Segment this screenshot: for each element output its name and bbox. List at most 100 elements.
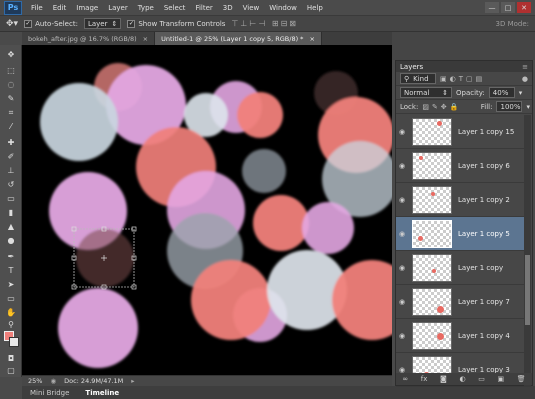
hand-tool-icon[interactable]: ✋ <box>5 307 17 318</box>
opacity-value: 40% <box>492 88 509 97</box>
menu-item-image[interactable]: Image <box>71 4 103 12</box>
auto-select-option[interactable]: ✓ Auto-Select: <box>24 19 78 28</box>
chevron-down-icon: ⇕ <box>111 19 118 28</box>
menu-item-filter[interactable]: Filter <box>190 4 217 12</box>
trash-icon[interactable]: 🗑 <box>517 375 526 383</box>
status-menu-icon[interactable]: ▸ <box>131 377 134 385</box>
layer-row[interactable]: ◉ Layer 1 copy 15 <box>396 115 524 149</box>
menu-item-edit[interactable]: Edit <box>48 4 72 12</box>
filter-icons[interactable]: ▣◐T▢▤ <box>440 75 485 83</box>
pen-tool-icon[interactable]: ✒ <box>5 251 17 262</box>
visibility-eye-icon[interactable]: ◉ <box>396 196 408 204</box>
link-icon[interactable]: ∞ <box>402 375 408 383</box>
close-icon[interactable]: × <box>143 35 148 43</box>
options-bar: ✥▾ ✓ Auto-Select: Layer ⇕ ✓ Show Transfo… <box>0 16 535 32</box>
healing-brush-tool-icon[interactable]: ✚ <box>5 137 17 148</box>
eyedropper-tool-icon[interactable]: ⁄ <box>5 121 17 132</box>
visibility-eye-icon[interactable]: ◉ <box>396 264 408 272</box>
layer-row[interactable]: ◉ Layer 1 copy 6 <box>396 149 524 183</box>
screen-mode-icon[interactable]: ▢ <box>5 365 17 376</box>
layer-filter-row: ⚲ Kind ▣◐T▢▤ ● <box>396 72 532 86</box>
tab-mini-bridge[interactable]: Mini Bridge <box>22 386 77 399</box>
visibility-eye-icon[interactable]: ◉ <box>396 162 408 170</box>
close-icon[interactable]: × <box>309 35 314 43</box>
layer-row[interactable]: ◉ Layer 1 copy 7 <box>396 285 524 319</box>
fx-icon[interactable]: fx <box>421 375 428 383</box>
menu-item-view[interactable]: View <box>238 4 265 12</box>
status-options-icon[interactable]: ◉ <box>50 377 56 385</box>
new-layer-icon[interactable]: ▣ <box>498 375 505 383</box>
blur-tool-icon[interactable]: ▲ <box>5 221 17 232</box>
panel-menu-icon[interactable]: ≡ <box>522 63 528 71</box>
menu-item-layer[interactable]: Layer <box>103 4 133 12</box>
doc-tab-untitled[interactable]: Untitled-1 @ 25% (Layer 1 copy 5, RGB/8)… <box>155 32 322 45</box>
layer-row[interactable]: ◉ Layer 1 copy 2 <box>396 183 524 217</box>
mask-icon[interactable]: ◙ <box>440 375 447 383</box>
gradient-tool-icon[interactable]: ▮ <box>5 207 17 218</box>
visibility-eye-icon[interactable]: ◉ <box>396 298 408 306</box>
marquee-tool-icon[interactable]: ⬚ <box>5 65 17 76</box>
chevron-down-icon[interactable]: ▾ <box>519 89 523 97</box>
layers-scrollbar[interactable] <box>524 115 531 387</box>
maximize-button[interactable]: □ <box>501 2 515 13</box>
type-tool-icon[interactable]: T <box>5 265 17 276</box>
visibility-eye-icon[interactable]: ◉ <box>396 128 408 136</box>
clone-stamp-tool-icon[interactable]: ⊥ <box>5 165 17 176</box>
menu-item-3d[interactable]: 3D <box>218 4 238 12</box>
dodge-tool-icon[interactable]: ● <box>5 235 17 246</box>
history-brush-tool-icon[interactable]: ↺ <box>5 179 17 190</box>
zoom-tool-icon[interactable]: ⚲ <box>5 319 17 330</box>
document-canvas[interactable] <box>22 45 392 375</box>
quick-select-tool-icon[interactable]: ✎ <box>5 93 17 104</box>
align-icons[interactable]: ⊤⊥⊢⊣ ⊞⊟⊠ <box>231 19 298 28</box>
opacity-field[interactable]: 40% <box>488 87 515 98</box>
layers-panel-tab[interactable]: Layers ≡ <box>396 61 532 72</box>
background-color-swatch[interactable] <box>9 337 19 347</box>
doc-tab-label: bokeh_after.jpg @ 16.7% (RGB/8) <box>28 34 137 43</box>
menu-item-window[interactable]: Window <box>264 4 302 12</box>
folder-icon[interactable]: ▭ <box>478 375 485 383</box>
lock-icons[interactable]: ▨✎✥🔒 <box>422 103 461 111</box>
menu-item-select[interactable]: Select <box>159 4 191 12</box>
lock-row: Lock: ▨✎✥🔒 Fill: 100% ▾ <box>396 100 532 114</box>
filter-kind-dropdown[interactable]: ⚲ Kind <box>400 73 436 84</box>
zoom-level[interactable]: 25% <box>28 377 42 385</box>
menu-item-help[interactable]: Help <box>302 4 328 12</box>
bottom-panel-tabs: Mini Bridge Timeline <box>22 386 535 399</box>
move-tool-icon[interactable]: ✥▾ <box>6 19 18 29</box>
menu-item-type[interactable]: Type <box>133 4 159 12</box>
filter-toggle-icon[interactable]: ● <box>522 75 528 83</box>
brush-tool-icon[interactable]: ✐ <box>5 151 17 162</box>
layers-scrollbar-thumb[interactable] <box>525 255 530 325</box>
menu-item-file[interactable]: File <box>26 4 48 12</box>
move-tool-icon[interactable]: ✥ <box>5 49 17 60</box>
panel-dock-strip <box>392 32 535 60</box>
crop-tool-icon[interactable]: ⌗ <box>5 107 17 118</box>
visibility-eye-icon[interactable]: ◉ <box>396 230 408 238</box>
eraser-tool-icon[interactable]: ▭ <box>5 193 17 204</box>
mode-3d-label: 3D Mode: <box>495 19 530 28</box>
quick-mask-icon[interactable]: ◘ <box>5 353 17 364</box>
fill-field[interactable]: 100% <box>496 101 523 112</box>
layer-row-selected[interactable]: ◉ Layer 1 copy 5 <box>396 217 524 251</box>
auto-select-dropdown[interactable]: Layer ⇕ <box>83 18 122 29</box>
tab-timeline[interactable]: Timeline <box>77 386 127 399</box>
path-select-tool-icon[interactable]: ➤ <box>5 279 17 290</box>
doc-tab-bokeh[interactable]: bokeh_after.jpg @ 16.7% (RGB/8) × <box>22 32 156 45</box>
blend-mode-dropdown[interactable]: Normal ⇕ <box>400 87 452 98</box>
adjustment-icon[interactable]: ◐ <box>459 375 465 383</box>
blend-mode-value: Normal <box>404 88 430 97</box>
visibility-eye-icon[interactable]: ◉ <box>396 332 408 340</box>
lasso-tool-icon[interactable]: ◌ <box>5 79 17 90</box>
layer-row[interactable]: ◉ Layer 1 copy <box>396 251 524 285</box>
minimize-button[interactable]: — <box>485 2 499 13</box>
close-button[interactable]: ✕ <box>517 2 531 13</box>
chevron-down-icon[interactable]: ▾ <box>526 103 530 111</box>
bokeh-circle <box>58 288 138 368</box>
search-icon: ⚲ <box>404 74 410 83</box>
show-transform-checkbox[interactable]: ✓ <box>127 19 136 28</box>
auto-select-checkbox[interactable]: ✓ <box>24 19 33 28</box>
show-transform-option[interactable]: ✓ Show Transform Controls <box>127 19 225 28</box>
shape-tool-icon[interactable]: ▭ <box>5 293 17 304</box>
layer-row[interactable]: ◉ Layer 1 copy 4 <box>396 319 524 353</box>
